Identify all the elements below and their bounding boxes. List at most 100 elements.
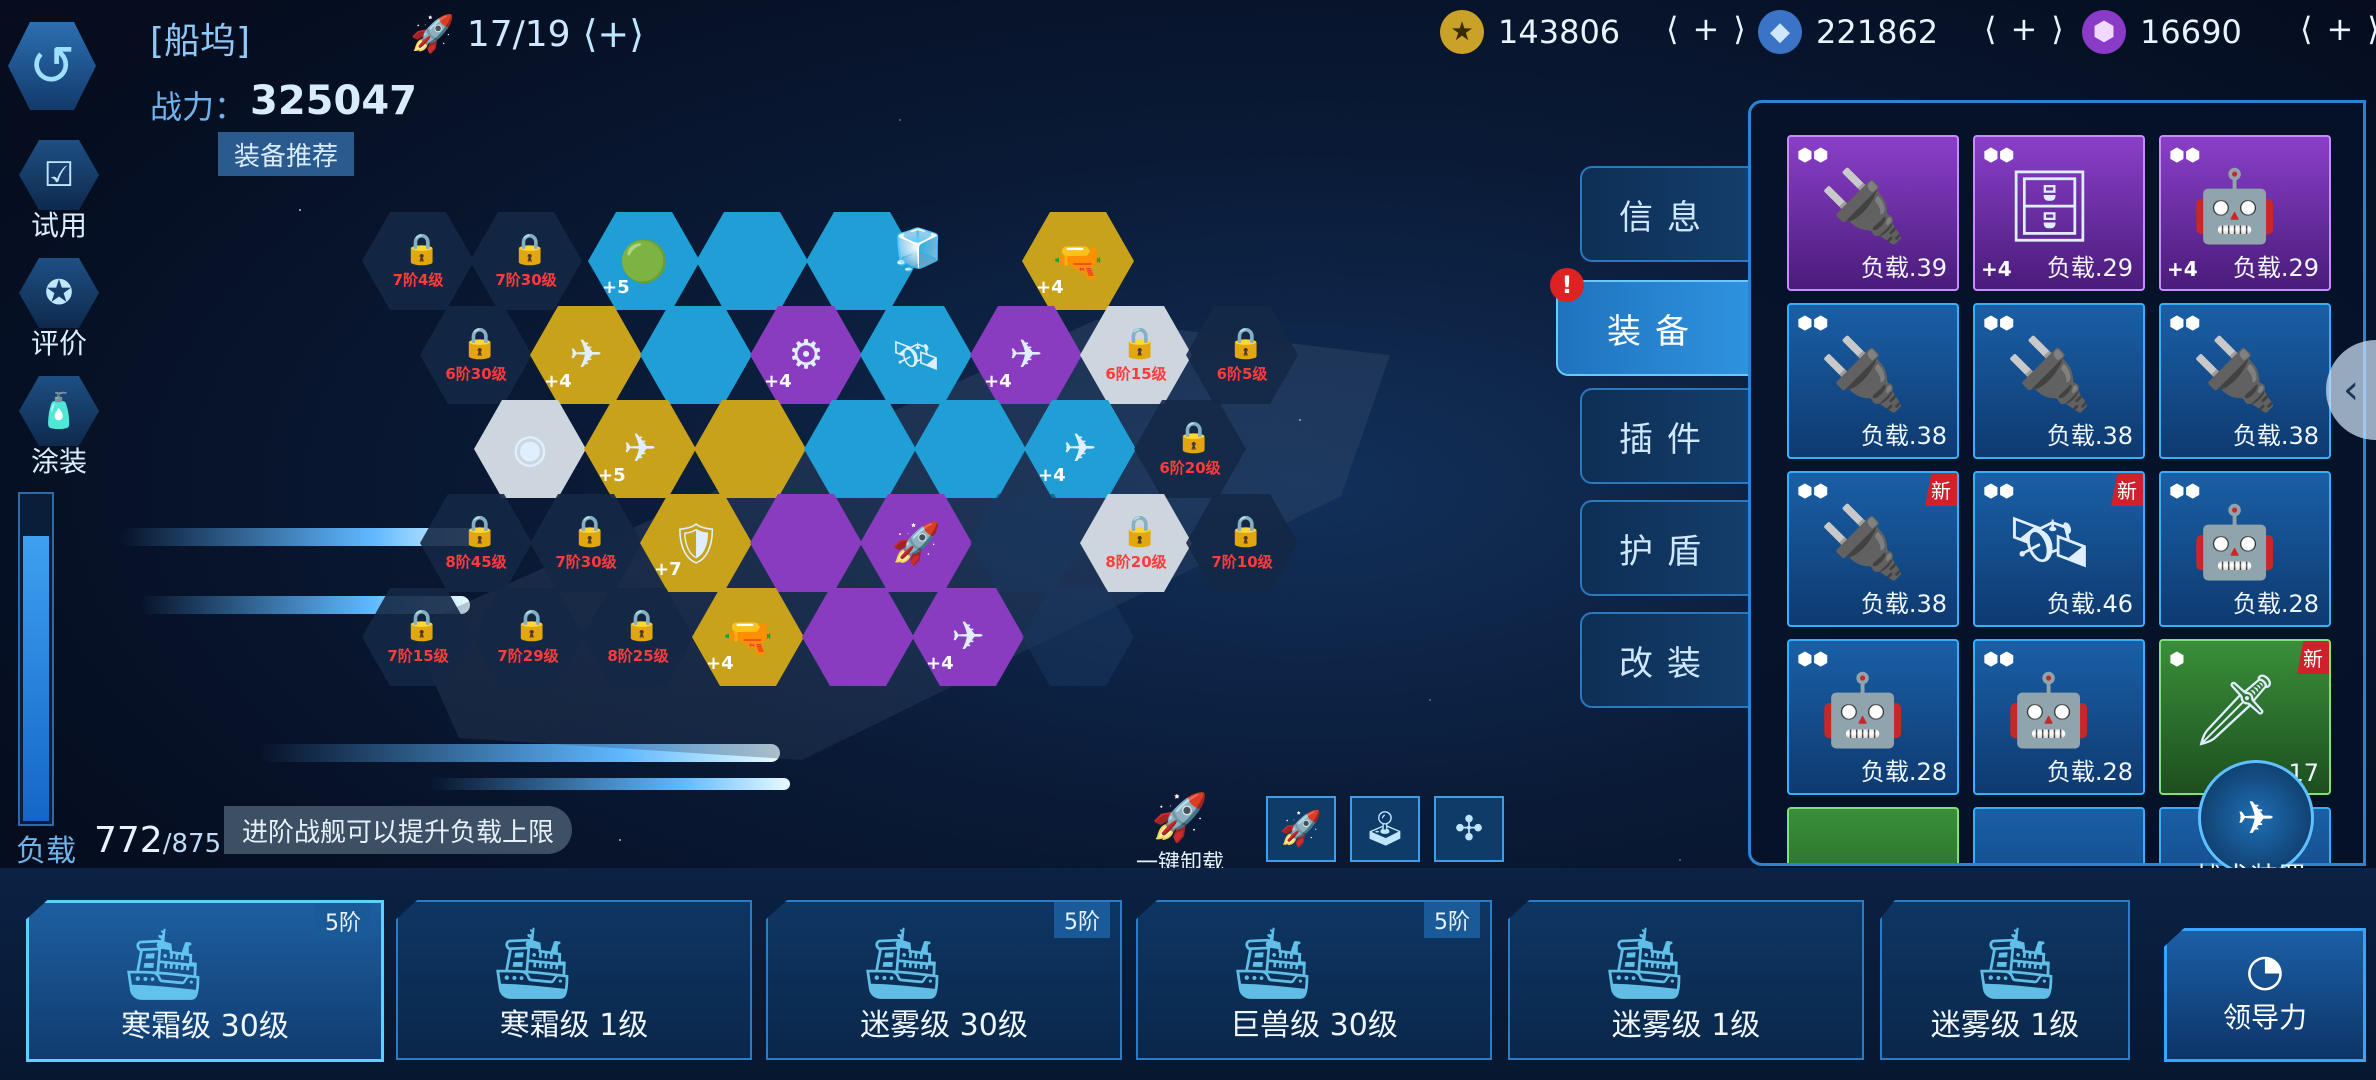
equipment-slot[interactable]: [640, 306, 752, 404]
add-ore-button[interactable]: ⟨ + ⟩: [1984, 10, 2064, 48]
tab-plugin[interactable]: 插件: [1580, 388, 1752, 484]
equipment-item[interactable]: ⬢⬢ 🔌 负载.38: [2159, 303, 2331, 459]
add-crystal-button[interactable]: ⟨+⟩: [2300, 10, 2376, 48]
ship-card[interactable]: 🛳 迷雾级 1级: [1508, 900, 1864, 1060]
missile-pod-icon: 🧊: [893, 226, 943, 273]
equipment-item[interactable]: [1973, 807, 2145, 863]
locked-slot[interactable]: 🔒 8阶25级: [582, 588, 694, 686]
lock-icon: 🔒: [461, 325, 499, 361]
equipment-slot[interactable]: +4 ⚙: [750, 306, 862, 404]
tier-badge: 5阶: [315, 903, 371, 939]
ship-card[interactable]: 🛳 5阶 寒霜级 30级: [26, 900, 384, 1062]
equipment-item[interactable]: ⬢⬢ 🔌 负载.38: [1973, 303, 2145, 459]
load-label: 负载: [16, 834, 76, 869]
equipment-slot[interactable]: +4 ✈: [970, 306, 1082, 404]
lock-icon: 🔒: [1175, 419, 1213, 455]
ship-card[interactable]: 🛳 迷雾级 1级: [1880, 900, 2130, 1060]
lock-icon: 🔒: [511, 231, 549, 267]
crystal-value: 16690: [2140, 13, 2242, 51]
locked-slot[interactable]: 🔒 7阶15级: [362, 588, 474, 686]
locked-slot[interactable]: 🔒 7阶10级: [1186, 494, 1298, 592]
turret-icon: 🛰: [890, 332, 942, 379]
equipment-slot[interactable]: [914, 400, 1026, 498]
ship-icon: 🛳: [488, 922, 577, 1004]
equipment-slot[interactable]: +4 ✈: [1024, 400, 1136, 498]
equipment-item[interactable]: ⬢⬢ 🔌 负载.39: [1787, 135, 1959, 291]
equipment-list-panel[interactable]: ⬢⬢ 🔌 负载.39 ⬢⬢ 🗄 +4 负载.29 ⬢⬢ 🤖 +4 负载.29 ⬢⬢ 🔌 负载.38 …: [1748, 100, 2366, 866]
equipment-hex-grid: 🔒 7阶4级 🔒 7阶30级 +5 🟢 🧊 +4 🔫 🔒 6阶30级 +4 ✈ +4 ⚙ 🛰 …: [0, 0, 1400, 800]
ship-card[interactable]: 🛳 5阶 迷雾级 30级: [766, 900, 1122, 1060]
fighter-icon: ✈: [623, 426, 657, 472]
rarity-dots-icon: ⬢⬢: [2169, 313, 2201, 334]
equipment-item[interactable]: ⬢⬢ 🤖 负载.28: [2159, 471, 2331, 627]
usb-module-icon: 🔌: [2005, 333, 2093, 415]
equipment-item[interactable]: ⬢⬢ 🔌 新负载.38: [1787, 471, 1959, 627]
lock-icon: 🔒: [623, 607, 661, 643]
equipment-slot[interactable]: 🛰: [860, 306, 972, 404]
equipment-item[interactable]: ⬢⬢ 🤖 +4 负载.29: [2159, 135, 2331, 291]
tab-info[interactable]: 信息: [1580, 166, 1752, 262]
robot-core-icon: 🤖: [2005, 669, 2093, 751]
fighter-icon: ✈: [1063, 426, 1097, 472]
equipment-slot[interactable]: [804, 400, 916, 498]
equipment-slot[interactable]: +4 🔫: [692, 588, 804, 686]
equipment-slot[interactable]: +5 ✈: [584, 400, 696, 498]
equipment-slot[interactable]: +5 🟢: [588, 212, 700, 310]
equipment-item[interactable]: ⬢⬢ 🛰 新负载.46: [1973, 471, 2145, 627]
network-filter-button[interactable]: ✣: [1434, 796, 1504, 862]
turret-filter-button[interactable]: 🕹: [1350, 796, 1420, 862]
ship-icon: 🛳: [1228, 922, 1317, 1004]
equipment-slot[interactable]: [696, 212, 808, 310]
equipment-slot[interactable]: ◉: [474, 400, 586, 498]
resource-crystal: ⬢ 16690: [2082, 10, 2242, 54]
lock-icon: 🔒: [513, 607, 551, 643]
rarity-dots-icon: ⬢⬢: [1983, 145, 2015, 166]
equipment-slot[interactable]: +4 ✈: [530, 306, 642, 404]
tab-shield[interactable]: 护盾: [1580, 500, 1752, 596]
missile-filter-button[interactable]: 🚀: [1266, 796, 1336, 862]
equipment-item[interactable]: ⬢⬢ 🗄 +4 负载.29: [1973, 135, 2145, 291]
lock-icon: 🔒: [1227, 325, 1265, 361]
locked-slot[interactable]: 🔒 8阶45级: [420, 494, 532, 592]
locked-slot[interactable]: 🔒 6阶15级: [1080, 306, 1192, 404]
usb-module-icon: 🔌: [1819, 333, 1907, 415]
usb-module-icon: 🔌: [1819, 501, 1907, 583]
ship-card[interactable]: 🛳 5阶 巨兽级 30级: [1136, 900, 1492, 1060]
missile-icon: 🚀: [1279, 809, 1323, 849]
equipment-slot[interactable]: +4 🔫: [1022, 212, 1134, 310]
rarity-dots-icon: ⬢: [2169, 649, 2185, 670]
locked-slot[interactable]: 🔒 6阶30级: [420, 306, 532, 404]
robot-core-icon: 🤖: [2191, 165, 2279, 247]
empty-slot[interactable]: [970, 494, 1082, 592]
equipment-item[interactable]: ⬢⬢ 🔌 负载.38: [1787, 303, 1959, 459]
add-gold-button[interactable]: ⟨ + ⟩: [1666, 10, 1746, 48]
locked-slot[interactable]: 🔒 7阶30级: [470, 212, 582, 310]
generator-icon: ⚙: [788, 332, 824, 378]
locked-slot[interactable]: 🔒 7阶29级: [472, 588, 584, 686]
equipment-slot[interactable]: +4 ✈: [912, 588, 1024, 686]
upgrade-tip: 进阶战舰可以提升负载上限: [224, 806, 573, 854]
equipment-item[interactable]: [1787, 807, 1959, 863]
equipment-slot[interactable]: [750, 494, 862, 592]
locked-slot[interactable]: 🔒 7阶30级: [530, 494, 642, 592]
ship-icon: 🛳: [119, 923, 208, 1005]
equipment-slot[interactable]: 🚀: [860, 494, 972, 592]
lock-icon: 🔒: [461, 513, 499, 549]
usb-module-icon: 🔌: [2191, 333, 2279, 415]
locked-slot[interactable]: 🔒 8阶20级: [1080, 494, 1192, 592]
equipment-item[interactable]: ⬢⬢ 🤖 负载.28: [1787, 639, 1959, 795]
equipment-slot[interactable]: +7 🛡: [640, 494, 752, 592]
network-icon: ✣: [1454, 809, 1484, 849]
equipment-slot[interactable]: [694, 400, 806, 498]
tab-equipment[interactable]: 装备: [1556, 280, 1752, 376]
locked-slot[interactable]: 🔒 6阶20级: [1134, 400, 1246, 498]
unload-all-button[interactable]: 🚀 一键卸载: [1120, 790, 1240, 877]
leadership-button[interactable]: ◔ 领导力: [2164, 928, 2366, 1062]
ship-card[interactable]: 🛳 寒霜级 1级: [396, 900, 752, 1060]
equipment-item[interactable]: ⬢⬢ 🤖 负载.28: [1973, 639, 2145, 795]
equipment-slot[interactable]: [802, 588, 914, 686]
empty-slot[interactable]: [1022, 588, 1134, 686]
locked-slot[interactable]: 🔒 6阶5级: [1186, 306, 1298, 404]
tab-modify[interactable]: 改装: [1580, 612, 1752, 708]
locked-slot[interactable]: 🔒 7阶4级: [362, 212, 474, 310]
